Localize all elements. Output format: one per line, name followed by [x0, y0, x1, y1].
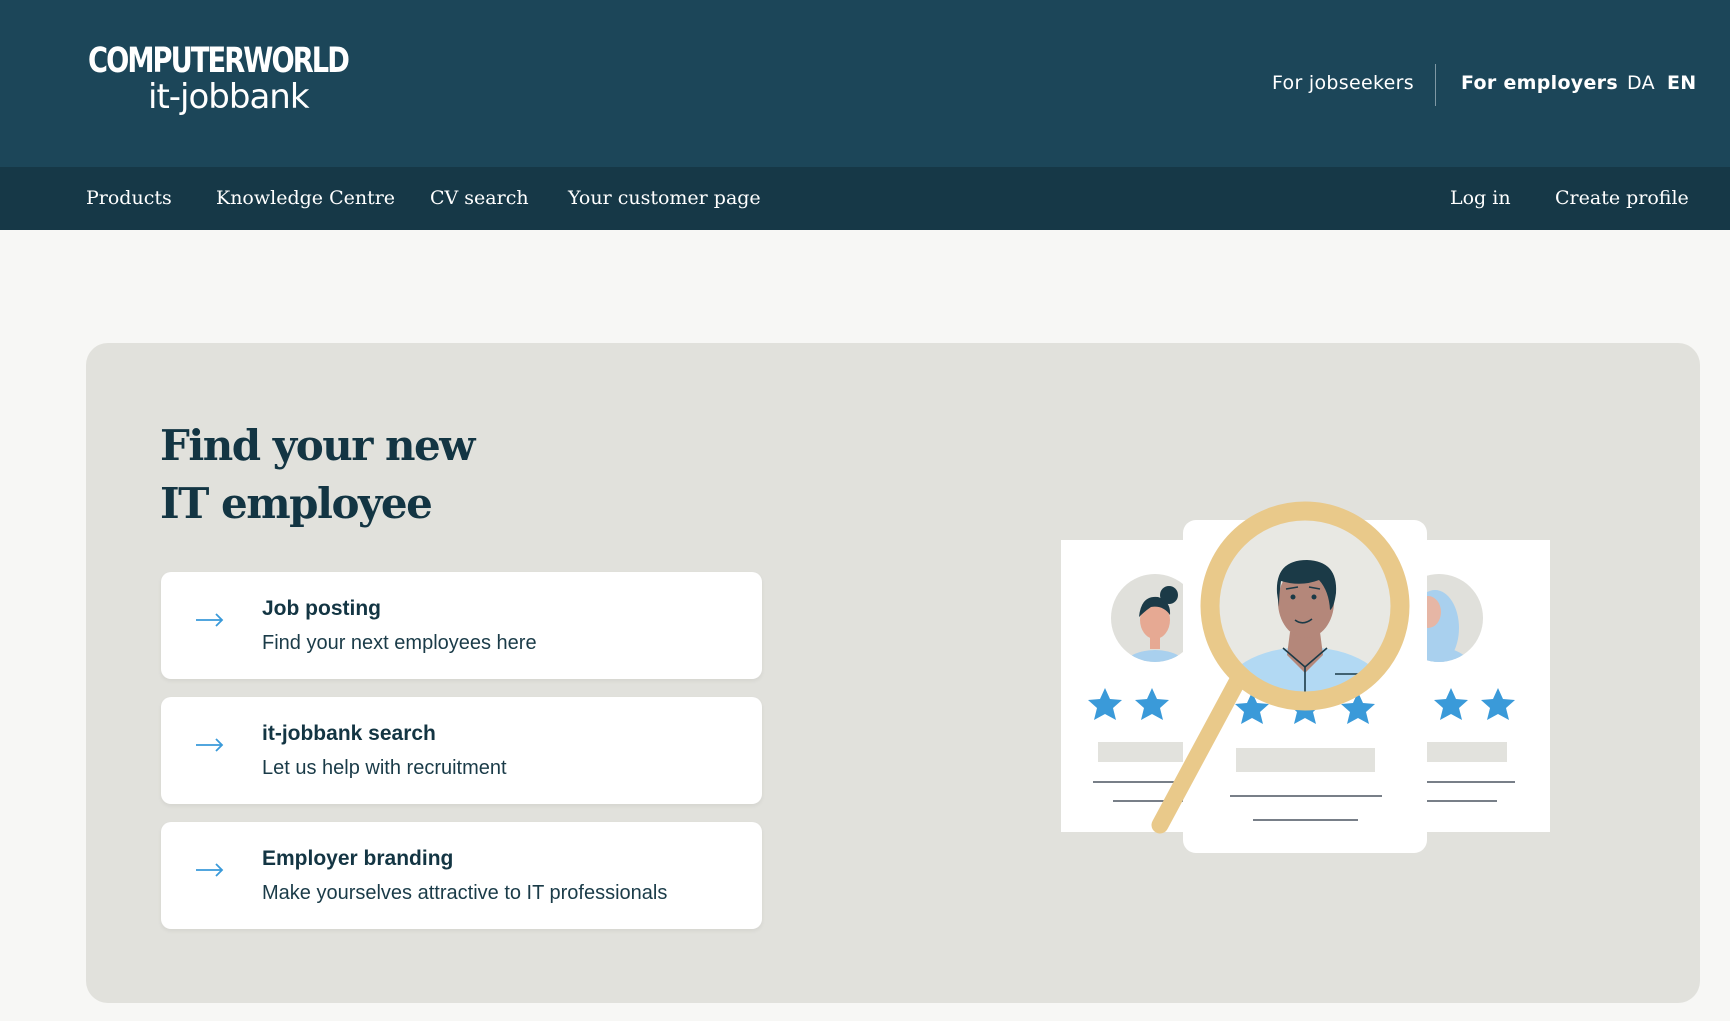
card-it-jobbank-search[interactable]: it-jobbank search Let us help with recru… — [161, 697, 762, 804]
secondary-nav: Products Knowledge Centre CV search Your… — [0, 167, 1730, 230]
card-job-posting[interactable]: Job posting Find your next employees her… — [161, 572, 762, 679]
card-employer-branding[interactable]: Employer branding Make yourselves attrac… — [161, 822, 762, 929]
card-title: Job posting — [262, 597, 381, 620]
audience-divider — [1435, 64, 1436, 106]
card-description: Let us help with recruitment — [262, 757, 507, 779]
card-description: Make yourselves attractive to IT profess… — [262, 882, 668, 904]
language-da[interactable]: DA — [1627, 72, 1655, 94]
card-title: Employer branding — [262, 847, 454, 870]
for-employers-link[interactable]: For employers — [1461, 72, 1618, 94]
arrow-right-icon — [196, 613, 224, 627]
arrow-right-icon — [196, 863, 224, 877]
logo-it-jobbank: it-jobbank — [148, 77, 310, 117]
for-jobseekers-link[interactable]: For jobseekers — [1272, 72, 1414, 94]
nav-products[interactable]: Products — [86, 187, 172, 209]
hero-title-line-1: Find your new — [160, 421, 475, 470]
nav-customer-page[interactable]: Your customer page — [568, 187, 761, 209]
top-header: COMPUTERWORLD it-jobbank For jobseekers … — [0, 0, 1730, 167]
nav-cv-search[interactable]: CV search — [430, 187, 529, 209]
language-en[interactable]: EN — [1667, 72, 1696, 94]
hero-title-line-2: IT employee — [160, 479, 433, 528]
arrow-right-icon — [196, 738, 224, 752]
hero-title: Find your new IT employee — [160, 417, 475, 533]
card-title: it-jobbank search — [262, 722, 436, 745]
nav-knowledge-centre[interactable]: Knowledge Centre — [216, 187, 395, 209]
card-description: Find your next employees here — [262, 632, 537, 654]
logo-computerworld: COMPUTERWORLD — [88, 41, 350, 81]
nav-log-in[interactable]: Log in — [1450, 187, 1511, 209]
nav-create-profile[interactable]: Create profile — [1555, 187, 1689, 209]
candidate-search-illustration — [1061, 501, 1550, 853]
logo[interactable]: COMPUTERWORLD it-jobbank — [88, 42, 350, 118]
